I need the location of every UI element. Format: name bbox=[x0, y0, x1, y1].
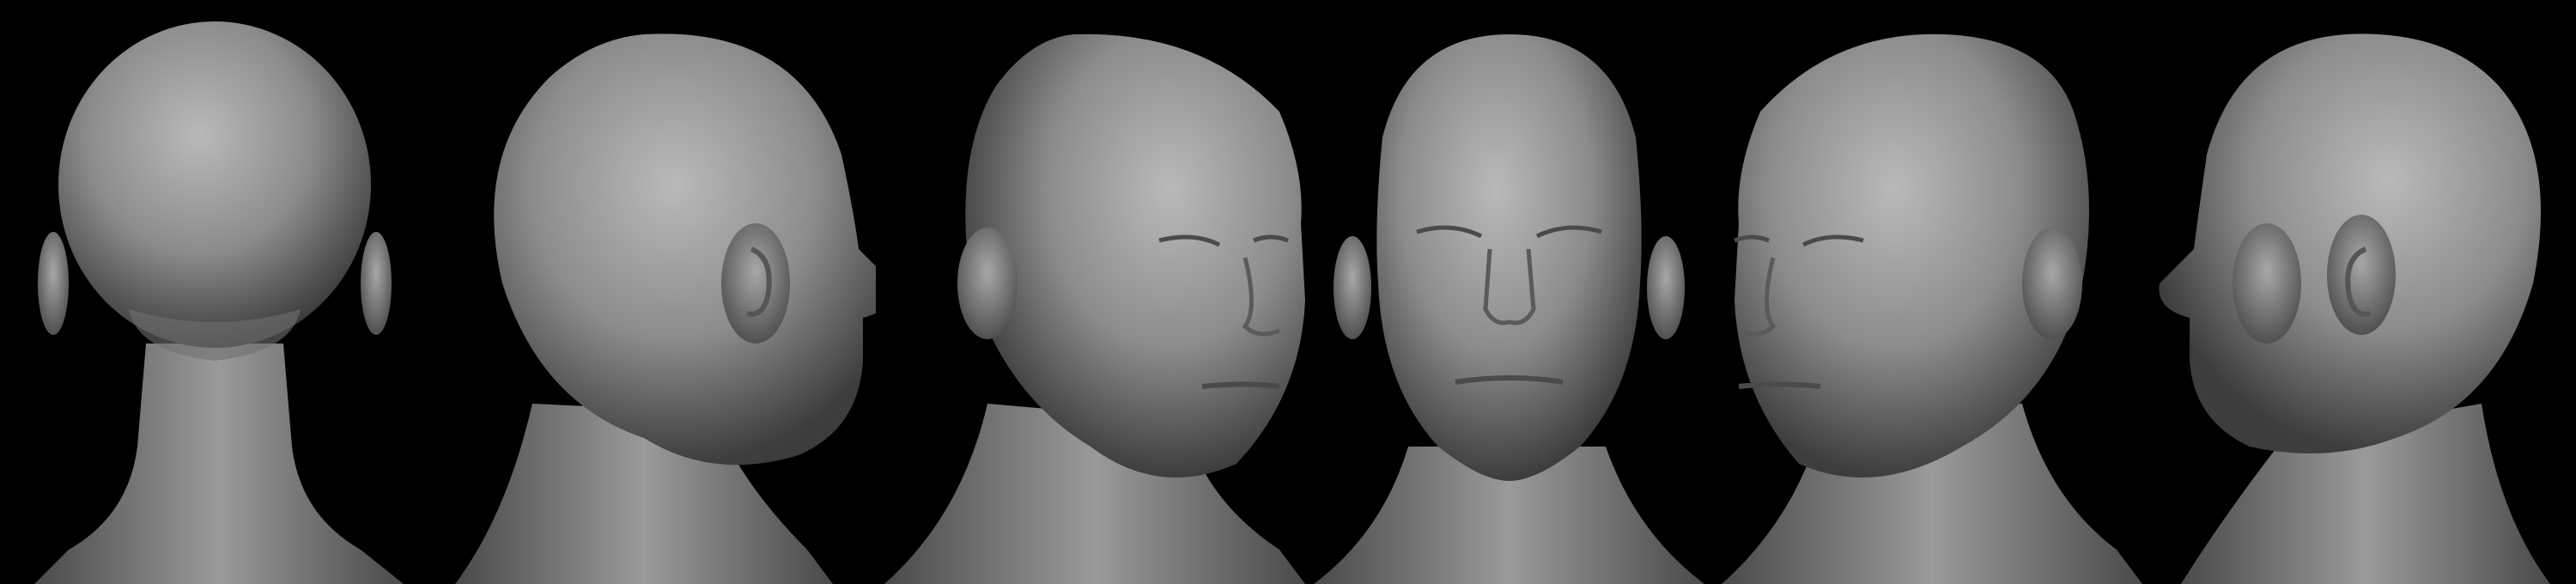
head-left-profile-view bbox=[2147, 0, 2576, 584]
head-front-view bbox=[1314, 0, 1704, 584]
head-back-view bbox=[0, 0, 429, 584]
head-three-quarter-left-view bbox=[1704, 0, 2147, 584]
head-three-quarter-right-view bbox=[876, 0, 1314, 584]
head-turnaround-strip bbox=[0, 0, 2576, 584]
head-right-profile-view bbox=[429, 0, 876, 584]
